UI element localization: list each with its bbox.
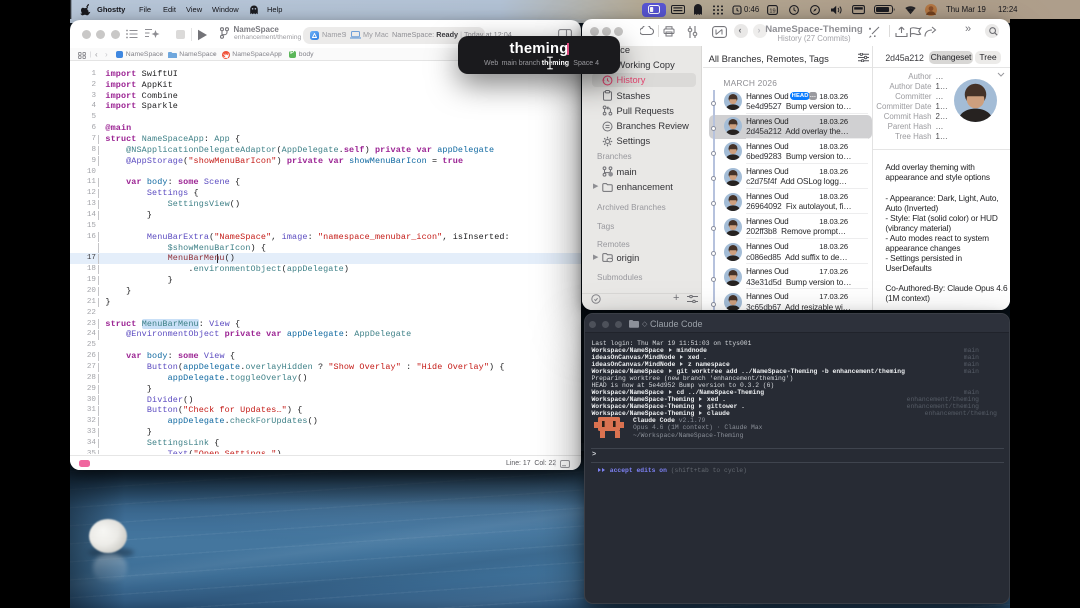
svg-text:19: 19 (769, 8, 775, 14)
